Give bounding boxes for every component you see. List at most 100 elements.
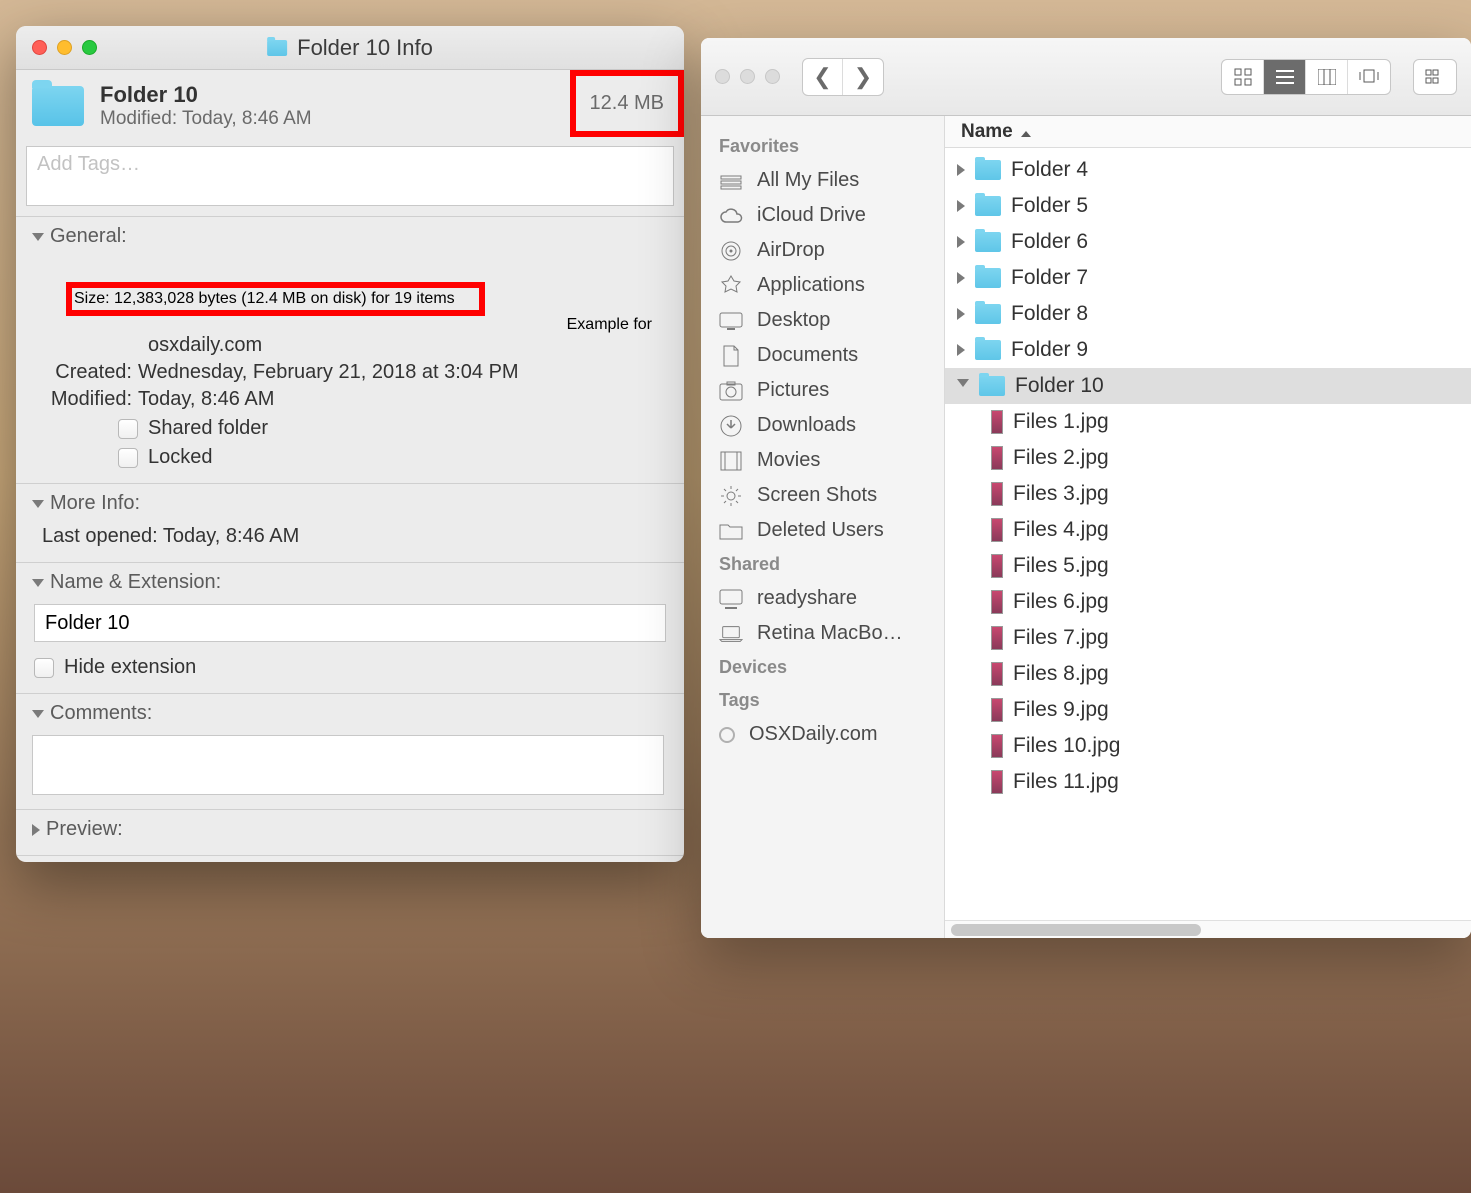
- folder-icon: [979, 376, 1005, 396]
- back-button[interactable]: ❮: [803, 59, 843, 95]
- disclosure-triangle-icon[interactable]: [957, 344, 965, 356]
- disclosure-triangle-icon[interactable]: [957, 308, 965, 320]
- minimize-button[interactable]: [57, 40, 72, 55]
- row-label: Files 10.jpg: [1013, 734, 1120, 758]
- file-row[interactable]: Files 3.jpg: [945, 476, 1471, 512]
- folder-row[interactable]: Folder 9: [945, 332, 1471, 368]
- column-view-button[interactable]: [1306, 60, 1348, 94]
- file-row[interactable]: Files 9.jpg: [945, 692, 1471, 728]
- file-row[interactable]: Files 7.jpg: [945, 620, 1471, 656]
- forward-button[interactable]: ❯: [843, 59, 883, 95]
- name-extension-input[interactable]: [34, 604, 666, 642]
- traffic-lights: [715, 69, 780, 84]
- sidebar-item[interactable]: iCloud Drive: [701, 198, 944, 233]
- created-label: Created:: [44, 361, 132, 384]
- minimize-button[interactable]: [740, 69, 755, 84]
- folder-row[interactable]: Folder 4: [945, 152, 1471, 188]
- sidebar-item[interactable]: All My Files: [701, 163, 944, 198]
- disclosure-triangle-icon[interactable]: [957, 236, 965, 248]
- sidebar-heading-shared: Shared: [701, 548, 944, 581]
- file-row[interactable]: Files 2.jpg: [945, 440, 1471, 476]
- horizontal-scrollbar[interactable]: [945, 920, 1471, 938]
- folder-icon: [975, 196, 1001, 216]
- folder-row[interactable]: Folder 8: [945, 296, 1471, 332]
- section-label: More Info:: [50, 492, 140, 515]
- nav-segment: ❮ ❯: [802, 58, 884, 96]
- sidebar-tag-item[interactable]: OSXDaily.com: [701, 717, 944, 752]
- section-label: Name & Extension:: [50, 571, 221, 594]
- finder-sidebar: Favorites All My FilesiCloud DriveAirDro…: [701, 116, 945, 938]
- sidebar-item[interactable]: Pictures: [701, 373, 944, 408]
- sidebar-item[interactable]: Deleted Users: [701, 513, 944, 548]
- section-more-info-header[interactable]: More Info:: [32, 492, 668, 515]
- created-value: Wednesday, February 21, 2018 at 3:04 PM: [138, 361, 668, 384]
- disclosure-triangle-icon[interactable]: [957, 200, 965, 212]
- disclosure-triangle-icon[interactable]: [957, 379, 969, 393]
- disclosure-triangle-icon: [32, 500, 44, 508]
- titlebar[interactable]: Folder 10 Info: [16, 26, 684, 70]
- folder-row[interactable]: Folder 5: [945, 188, 1471, 224]
- section-general-header[interactable]: General:: [32, 225, 668, 248]
- tags-input[interactable]: Add Tags…: [26, 146, 674, 206]
- file-pane: Name Folder 4Folder 5Folder 6Folder 7Fol…: [945, 116, 1471, 938]
- downloads-icon: [719, 415, 743, 437]
- folder-row[interactable]: Folder 10: [945, 368, 1471, 404]
- file-row[interactable]: Files 4.jpg: [945, 512, 1471, 548]
- file-row[interactable]: Files 5.jpg: [945, 548, 1471, 584]
- file-row[interactable]: Files 10.jpg: [945, 728, 1471, 764]
- disclosure-triangle-icon[interactable]: [957, 272, 965, 284]
- chevron-left-icon: ❮: [813, 64, 831, 90]
- sidebar-item[interactable]: Applications: [701, 268, 944, 303]
- section-preview-header[interactable]: Preview:: [32, 818, 668, 841]
- file-row[interactable]: Files 8.jpg: [945, 656, 1471, 692]
- maximize-button[interactable]: [765, 69, 780, 84]
- arrange-button[interactable]: [1414, 60, 1456, 94]
- section-nameext-header[interactable]: Name & Extension:: [32, 571, 668, 594]
- file-list[interactable]: Folder 4Folder 5Folder 6Folder 7 Folder 8…: [945, 148, 1471, 920]
- sidebar-item-label: Screen Shots: [757, 484, 877, 507]
- maximize-button[interactable]: [82, 40, 97, 55]
- row-label: Files 1.jpg: [1013, 410, 1109, 434]
- list-view-button[interactable]: [1264, 60, 1306, 94]
- disclosure-triangle-icon: [32, 579, 44, 587]
- disclosure-triangle-icon: [32, 710, 44, 718]
- file-row[interactable]: Files 6.jpg: [945, 584, 1471, 620]
- hide-extension-checkbox[interactable]: [34, 658, 54, 678]
- sidebar-item[interactable]: Retina MacBo…: [701, 616, 944, 651]
- row-label: Folder 8: [1011, 302, 1088, 326]
- sidebar-item[interactable]: readyshare: [701, 581, 944, 616]
- sidebar-item[interactable]: Downloads: [701, 408, 944, 443]
- section-label: General:: [50, 225, 127, 248]
- shared-folder-checkbox[interactable]: [118, 419, 138, 439]
- locked-checkbox[interactable]: [118, 448, 138, 468]
- last-opened-label: Last opened:: [42, 525, 158, 547]
- comments-input[interactable]: [32, 735, 664, 795]
- folder-row[interactable]: Folder 6: [945, 224, 1471, 260]
- where-example: Example for: [567, 316, 652, 334]
- sidebar-heading-tags: Tags: [701, 684, 944, 717]
- sidebar-item[interactable]: Desktop: [701, 303, 944, 338]
- folder-row[interactable]: Folder 7: [945, 260, 1471, 296]
- sidebar-item-label: Retina MacBo…: [757, 622, 903, 645]
- disclosure-triangle-icon[interactable]: [957, 164, 965, 176]
- sidebar-item[interactable]: Movies: [701, 443, 944, 478]
- sidebar-item[interactable]: AirDrop: [701, 233, 944, 268]
- file-row[interactable]: Files 11.jpg: [945, 764, 1471, 800]
- icon-view-button[interactable]: [1222, 60, 1264, 94]
- sidebar-item[interactable]: Documents: [701, 338, 944, 373]
- coverflow-view-button[interactable]: [1348, 60, 1390, 94]
- disclosure-triangle-icon: [32, 233, 44, 241]
- file-row[interactable]: Files 1.jpg: [945, 404, 1471, 440]
- scrollbar-thumb[interactable]: [951, 924, 1201, 936]
- locked-label: Locked: [148, 446, 213, 469]
- section-comments-header[interactable]: Comments:: [32, 702, 668, 725]
- sidebar-item-label: iCloud Drive: [757, 204, 866, 227]
- close-button[interactable]: [715, 69, 730, 84]
- close-button[interactable]: [32, 40, 47, 55]
- column-header-name[interactable]: Name: [945, 116, 1471, 148]
- sidebar-item-label: Documents: [757, 344, 858, 367]
- sidebar-item-label: OSXDaily.com: [749, 723, 878, 746]
- hide-extension-label: Hide extension: [64, 656, 196, 679]
- jpg-icon: [991, 698, 1003, 722]
- sidebar-item[interactable]: Screen Shots: [701, 478, 944, 513]
